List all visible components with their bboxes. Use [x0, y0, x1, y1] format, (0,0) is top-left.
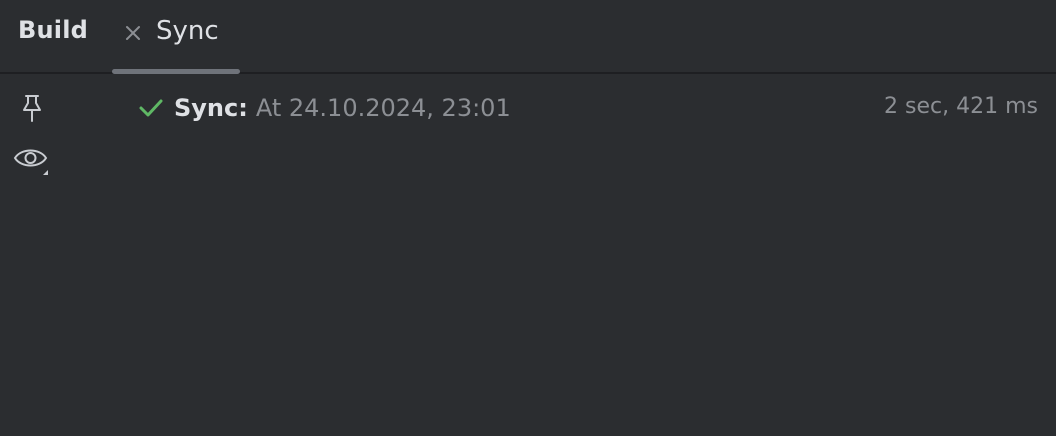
node-detail: At 24.10.2024, 23:01	[255, 94, 511, 122]
close-icon[interactable]	[124, 24, 142, 42]
tool-window-header: Build Sync	[0, 0, 1056, 74]
tab-label: Sync	[156, 16, 219, 46]
pin-icon	[19, 93, 45, 127]
tool-window-title: Build	[18, 16, 89, 44]
build-output-tree: Sync: At 24.10.2024, 23:01 2 sec, 421 ms	[64, 74, 1056, 436]
pin-button[interactable]	[12, 90, 52, 130]
side-toolbar	[0, 74, 64, 436]
build-tool-window: Build Sync Sync: At 24.10.2024, 23:01 2 …	[0, 0, 1056, 436]
node-duration: 2 sec, 421 ms	[884, 94, 1038, 119]
check-icon	[138, 94, 166, 122]
eye-icon	[12, 142, 52, 182]
view-options-button[interactable]	[12, 142, 52, 182]
tab-sync[interactable]: Sync	[112, 0, 240, 74]
node-title: Sync:	[174, 94, 248, 122]
